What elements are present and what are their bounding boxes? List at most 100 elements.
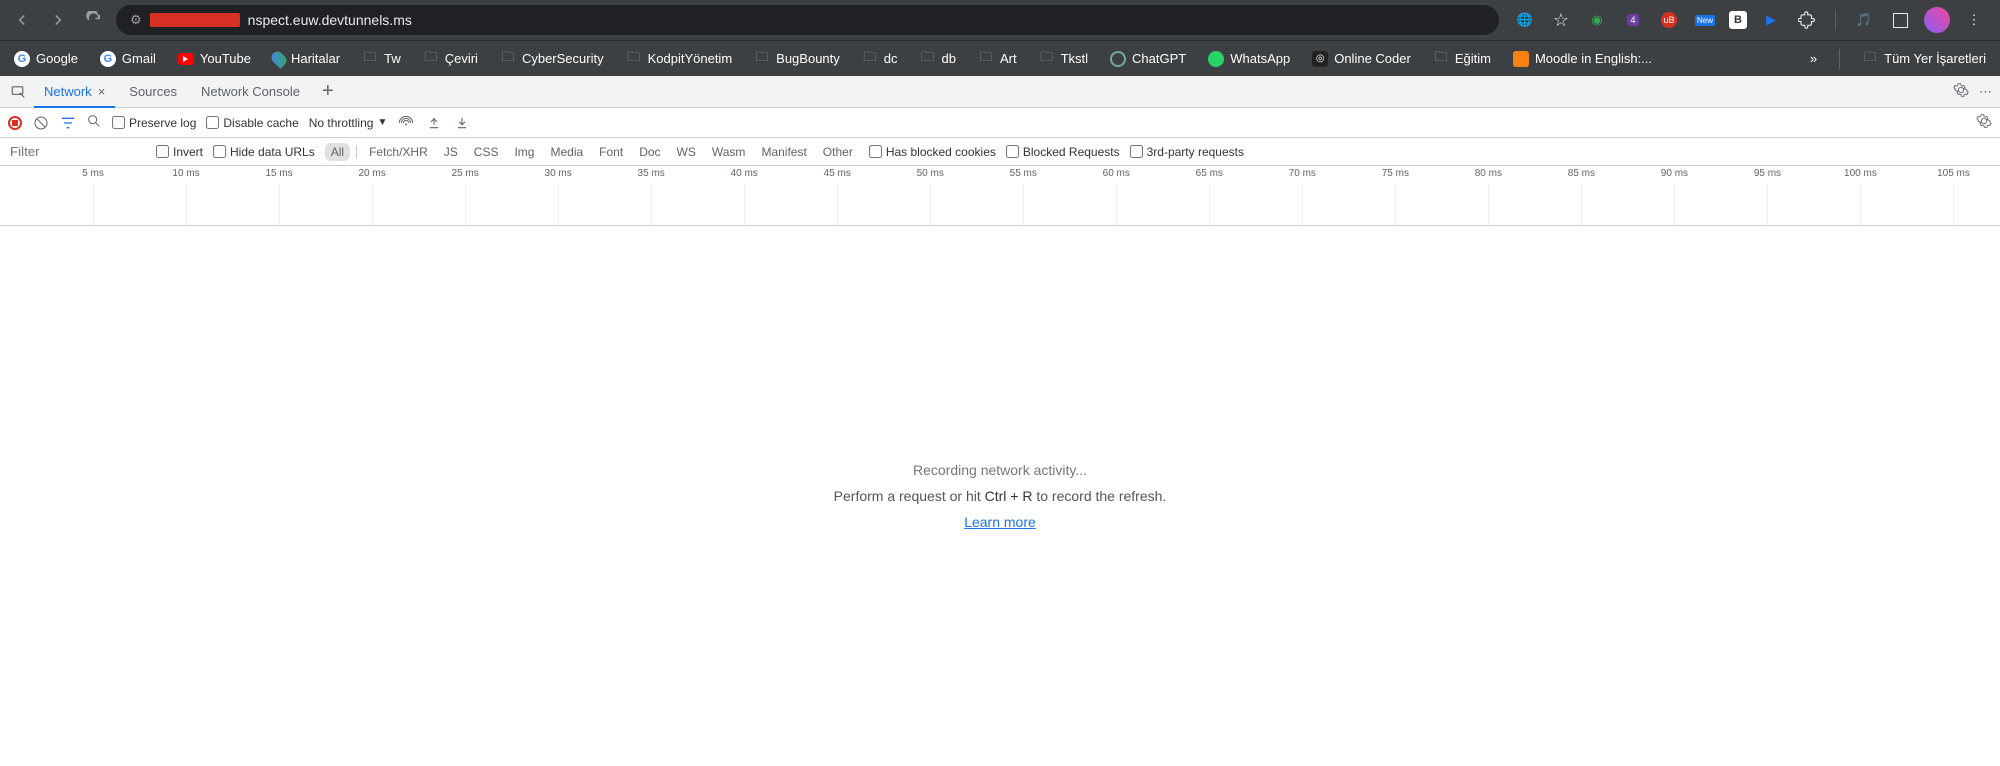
redacted-url <box>150 13 240 27</box>
add-tab-button[interactable]: + <box>314 80 342 103</box>
bookmark-maps[interactable]: Haritalar <box>269 47 344 71</box>
extension-new-icon[interactable]: New <box>1693 8 1717 32</box>
search-icon[interactable] <box>86 113 102 132</box>
bookmark-google[interactable]: GGoogle <box>10 47 82 71</box>
disable-cache-checkbox[interactable]: Disable cache <box>206 116 298 130</box>
dropdown-icon: ▼ <box>377 117 387 128</box>
folder-icon: 🗀 <box>1433 51 1449 67</box>
bookmark-db[interactable]: 🗀db <box>916 47 960 71</box>
maps-icon <box>269 49 289 69</box>
preserve-log-checkbox[interactable]: Preserve log <box>112 116 196 130</box>
bookmark-whatsapp[interactable]: WhatsApp <box>1204 47 1294 71</box>
filter-type-media[interactable]: Media <box>544 143 589 161</box>
timeline-tick: 80 ms <box>1475 168 1502 179</box>
import-har-icon[interactable] <box>425 116 443 130</box>
translate-icon[interactable]: 🌐 <box>1513 8 1537 32</box>
blocked-cookies-checkbox[interactable]: Has blocked cookies <box>869 145 996 159</box>
timeline-tick: 20 ms <box>358 168 385 179</box>
profile-avatar[interactable] <box>1924 7 1950 33</box>
filter-type-css[interactable]: CSS <box>468 143 505 161</box>
third-party-checkbox[interactable]: 3rd-party requests <box>1130 145 1244 159</box>
close-icon[interactable]: × <box>98 84 106 99</box>
invert-checkbox[interactable]: Invert <box>156 145 203 159</box>
bookmark-onlinecoder[interactable]: ◎Online Coder <box>1308 47 1415 71</box>
folder-icon: 🗀 <box>862 51 878 67</box>
site-info-icon[interactable]: ⚙ <box>130 12 142 28</box>
extension-b-icon[interactable]: B <box>1729 11 1747 29</box>
learn-more-link[interactable]: Learn more <box>964 514 1036 530</box>
forward-button[interactable] <box>44 6 72 34</box>
extension-media-icon[interactable]: ▶ <box>1759 8 1783 32</box>
network-settings-icon[interactable] <box>1976 113 1992 132</box>
bookmark-tkstl[interactable]: 🗀Tkstl <box>1035 47 1092 71</box>
extensions-menu-icon[interactable] <box>1795 8 1819 32</box>
address-bar[interactable]: ⚙ nspect.euw.devtunnels.ms <box>116 5 1499 35</box>
record-button[interactable] <box>8 116 22 130</box>
timeline-tick: 40 ms <box>731 168 758 179</box>
folder-icon: 🗀 <box>1862 51 1878 67</box>
extension-icons: 🌐 ☆ ◉ 4 uB New B ▶ 🎵 ⋮ <box>1507 7 1992 33</box>
media-control-icon[interactable]: 🎵 <box>1852 8 1876 32</box>
filter-type-other[interactable]: Other <box>817 143 859 161</box>
filter-type-all[interactable]: All <box>325 143 350 161</box>
filter-type-font[interactable]: Font <box>593 143 629 161</box>
bookmark-egitim[interactable]: 🗀Eğitim <box>1429 47 1495 71</box>
more-menu-icon[interactable]: ⋯ <box>1979 84 1992 100</box>
timeline-tick: 70 ms <box>1289 168 1316 179</box>
bookmark-star-icon[interactable]: ☆ <box>1549 8 1573 32</box>
tab-network[interactable]: Network× <box>34 77 115 108</box>
bookmark-moodle[interactable]: Moodle in English:... <box>1509 47 1656 71</box>
bookmark-ceviri[interactable]: 🗀Çeviri <box>419 47 482 71</box>
all-bookmarks[interactable]: 🗀Tüm Yer İşaretleri <box>1858 47 1990 71</box>
browser-menu-icon[interactable]: ⋮ <box>1962 8 1986 32</box>
folder-icon: 🗀 <box>626 51 642 67</box>
bookmarks-overflow[interactable]: » <box>1806 47 1821 70</box>
bookmark-chatgpt[interactable]: ChatGPT <box>1106 47 1190 71</box>
settings-gear-icon[interactable] <box>1953 82 1969 101</box>
browser-nav-bar: ⚙ nspect.euw.devtunnels.ms 🌐 ☆ ◉ 4 uB Ne… <box>0 0 2000 40</box>
network-timeline[interactable]: 5 ms10 ms15 ms20 ms25 ms30 ms35 ms40 ms4… <box>0 166 2000 226</box>
reload-button[interactable] <box>80 6 108 34</box>
filter-type-wasm[interactable]: Wasm <box>706 143 752 161</box>
inspect-element-icon[interactable] <box>8 81 30 103</box>
separator <box>1839 49 1840 69</box>
timeline-tick: 105 ms <box>1937 168 1970 179</box>
bookmark-gmail[interactable]: GGmail <box>96 47 160 71</box>
extension-green-icon[interactable]: ◉ <box>1585 8 1609 32</box>
timeline-tick: 25 ms <box>451 168 478 179</box>
bookmark-bugbounty[interactable]: 🗀BugBounty <box>750 47 844 71</box>
filter-type-ws[interactable]: WS <box>671 143 702 161</box>
bookmark-kodpit[interactable]: 🗀KodpitYönetim <box>622 47 737 71</box>
side-panel-icon[interactable] <box>1888 8 1912 32</box>
bookmark-art[interactable]: 🗀Art <box>974 47 1021 71</box>
blocked-requests-checkbox[interactable]: Blocked Requests <box>1006 145 1120 159</box>
bookmark-dc[interactable]: 🗀dc <box>858 47 902 71</box>
filter-row: Invert Hide data URLs All Fetch/XHR JS C… <box>0 138 2000 166</box>
filter-type-js[interactable]: JS <box>438 143 464 161</box>
network-conditions-icon[interactable] <box>397 115 415 131</box>
extension-purple-icon[interactable]: 4 <box>1621 8 1645 32</box>
filter-toggle-icon[interactable] <box>60 115 76 131</box>
filter-type-fetchxhr[interactable]: Fetch/XHR <box>363 143 434 161</box>
bookmark-youtube[interactable]: YouTube <box>174 47 255 70</box>
hide-data-urls-checkbox[interactable]: Hide data URLs <box>213 145 315 159</box>
ublock-icon[interactable]: uB <box>1657 8 1681 32</box>
export-har-icon[interactable] <box>453 116 471 130</box>
clear-button[interactable] <box>32 114 50 132</box>
timeline-tick: 35 ms <box>638 168 665 179</box>
folder-icon: 🗀 <box>500 51 516 67</box>
bookmark-tw[interactable]: 🗀Tw <box>358 47 405 71</box>
filter-input[interactable] <box>6 142 146 161</box>
bookmark-cybersecurity[interactable]: 🗀CyberSecurity <box>496 47 608 71</box>
filter-type-manifest[interactable]: Manifest <box>755 143 812 161</box>
filter-type-img[interactable]: Img <box>508 143 540 161</box>
filter-type-doc[interactable]: Doc <box>633 143 666 161</box>
chatgpt-icon <box>1110 51 1126 67</box>
timeline-tick: 15 ms <box>265 168 292 179</box>
tab-network-console[interactable]: Network Console <box>191 77 310 106</box>
tab-sources[interactable]: Sources <box>119 77 187 106</box>
throttling-select[interactable]: No throttling▼ <box>309 116 388 130</box>
bookmarks-bar: GGoogle GGmail YouTube Haritalar 🗀Tw 🗀Çe… <box>0 40 2000 76</box>
onlinecoder-icon: ◎ <box>1312 51 1328 67</box>
back-button[interactable] <box>8 6 36 34</box>
